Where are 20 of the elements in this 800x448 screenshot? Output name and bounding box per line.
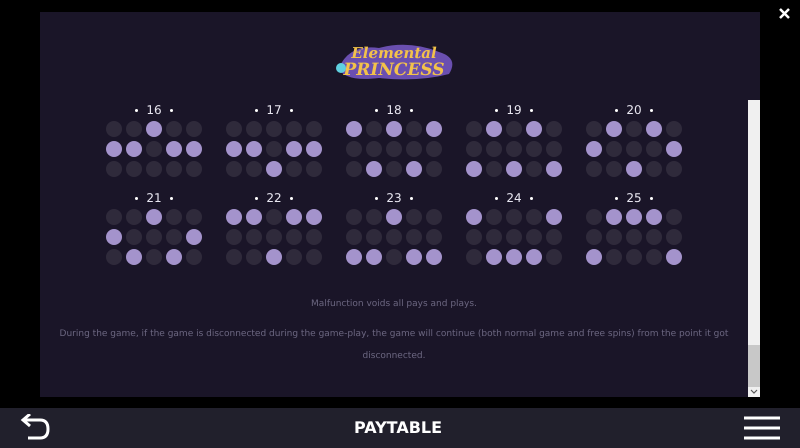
payline-number: 20 — [615, 103, 653, 117]
payline-number: 22 — [255, 191, 293, 205]
payline-number: 23 — [375, 191, 413, 205]
screen-title: PAYTABLE — [354, 417, 442, 439]
rules-text: Malfunction voids all pays and plays. — [311, 298, 477, 311]
rules-text: During the game, if the game is disconnected during the game-play, the game will continue (both normal game and free spins) from the point it got disconnected. — [58, 328, 730, 363]
payline-number: 16 — [135, 103, 173, 117]
payline-number: 19 — [495, 103, 533, 117]
scroll-thumb[interactable] — [748, 345, 760, 387]
menu-icon — [744, 416, 780, 440]
payline-number: 17 — [255, 103, 293, 117]
payline-number: 18 — [375, 103, 413, 117]
close-button[interactable] — [776, 5, 792, 21]
menu-button[interactable] — [744, 414, 780, 442]
payline-number: 25 — [615, 191, 653, 205]
payline-number: 24 — [495, 191, 533, 205]
payline-number: 21 — [135, 191, 173, 205]
scrollbar[interactable] — [748, 100, 760, 397]
undo-arrow-icon — [20, 414, 52, 442]
close-icon — [778, 8, 790, 18]
